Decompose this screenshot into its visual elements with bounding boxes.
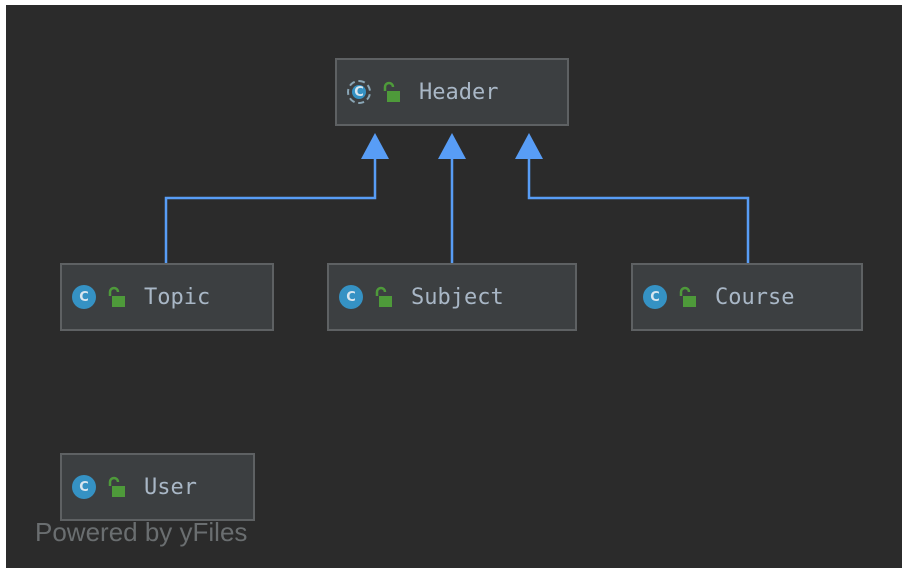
node-label: User: [144, 474, 197, 500]
edge-topic-header: [164, 155, 377, 263]
node-course[interactable]: C Course: [631, 263, 863, 331]
class-icon: C: [72, 475, 96, 499]
diagram-canvas: C Header C Topic C Subject C Course C Us…: [6, 5, 902, 568]
abstract-class-icon: C: [347, 80, 371, 104]
unlocked-icon: [679, 286, 696, 307]
node-topic[interactable]: C Topic: [60, 263, 274, 331]
class-icon: C: [339, 285, 363, 309]
unlocked-icon: [108, 286, 125, 307]
unlocked-icon: [108, 476, 125, 497]
arrowhead-course-header: [515, 133, 543, 159]
edge-course-header: [527, 155, 750, 263]
node-label: Topic: [144, 284, 211, 310]
node-subject[interactable]: C Subject: [327, 263, 577, 331]
arrowhead-topic-header: [361, 133, 389, 159]
arrowhead-subject-header: [438, 133, 466, 159]
node-header[interactable]: C Header: [335, 58, 569, 126]
class-icon: C: [643, 285, 667, 309]
unlocked-icon: [375, 286, 392, 307]
node-label: Header: [419, 79, 499, 105]
class-icon: C: [72, 285, 96, 309]
powered-by-watermark: Powered by yFiles: [35, 517, 248, 547]
unlocked-icon: [383, 81, 400, 102]
node-label: Course: [715, 284, 795, 310]
node-label: Subject: [411, 284, 504, 310]
node-user[interactable]: C User: [60, 453, 255, 521]
